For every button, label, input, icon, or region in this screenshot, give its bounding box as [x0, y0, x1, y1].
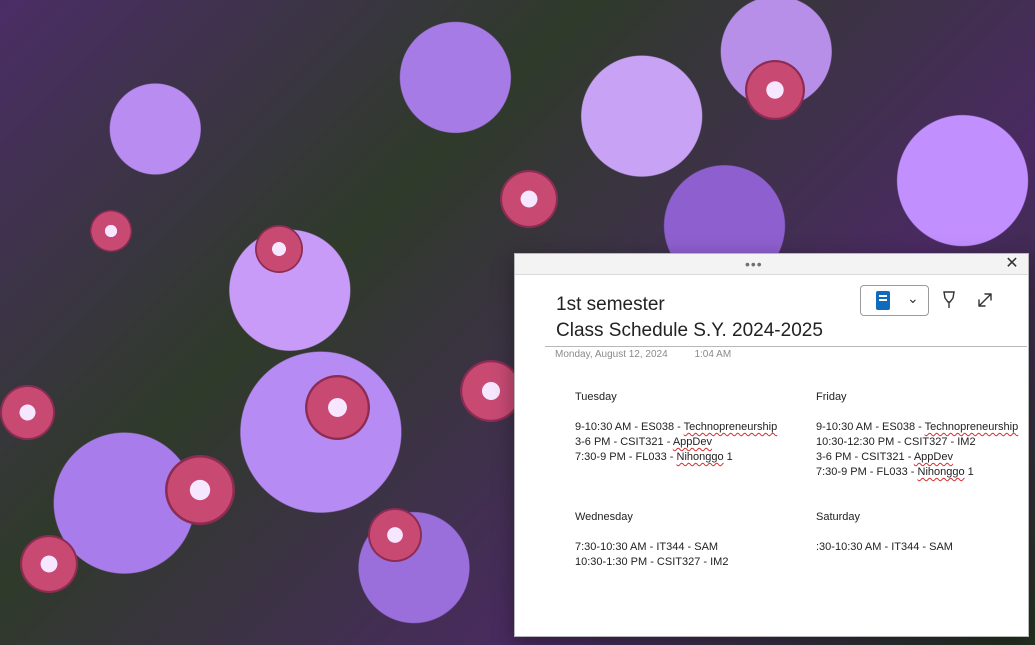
- schedule-entry[interactable]: 3-6 PM - CSIT321 - AppDev: [816, 450, 1018, 465]
- flower-center: [90, 210, 132, 252]
- flower-center: [305, 375, 370, 440]
- chevron-down-icon[interactable]: ⌄: [907, 290, 919, 307]
- schedule-entry[interactable]: 7:30-10:30 AM - IT344 - SAM: [575, 540, 728, 555]
- schedule-friday[interactable]: Friday 9-10:30 AM - ES038 - Technopreneu…: [816, 390, 1018, 480]
- schedule-tuesday[interactable]: Tuesday 9-10:30 AM - ES038 - Technoprene…: [575, 390, 777, 465]
- drag-handle-icon[interactable]: •••: [745, 256, 763, 272]
- schedule-saturday[interactable]: Saturday :30-10:30 AM - IT344 - SAM: [816, 510, 953, 555]
- sticky-note-window[interactable]: ••• ✕ ⌄ 1st semester Class Schedule S.Y.…: [514, 253, 1029, 637]
- schedule-entry[interactable]: 9-10:30 AM - ES038 - Technopreneurship: [575, 420, 777, 435]
- flower-center: [20, 535, 78, 593]
- pen-icon[interactable]: [940, 290, 958, 310]
- note-time: 1:04 AM: [694, 349, 732, 360]
- note-title-line-2[interactable]: Class Schedule S.Y. 2024-2025: [556, 318, 823, 344]
- close-button[interactable]: ✕: [1002, 254, 1022, 274]
- flower-center: [368, 508, 422, 562]
- notebook-icon: [876, 291, 890, 310]
- expand-icon[interactable]: [976, 291, 994, 309]
- flower-center: [0, 385, 55, 440]
- schedule-entry[interactable]: 3-6 PM - CSIT321 - AppDev: [575, 435, 777, 450]
- flower-center: [745, 60, 805, 120]
- flower-center: [165, 455, 235, 525]
- title-divider: [545, 346, 1027, 347]
- schedule-entry[interactable]: 10:30-1:30 PM - CSIT327 - IM2: [575, 555, 728, 570]
- note-title-line-1[interactable]: 1st semester: [556, 292, 823, 318]
- schedule-entry[interactable]: 7:30-9 PM - FL033 - Nihonggo 1: [816, 465, 1018, 480]
- flower-center: [255, 225, 303, 273]
- note-timestamp: Monday, August 12, 2024 1:04 AM: [555, 349, 731, 360]
- day-heading-friday: Friday: [816, 391, 847, 403]
- flower-center: [500, 170, 558, 228]
- notebook-selector-button[interactable]: ⌄: [860, 285, 929, 316]
- note-title[interactable]: 1st semester Class Schedule S.Y. 2024-20…: [556, 292, 823, 344]
- day-heading-wednesday: Wednesday: [575, 511, 633, 523]
- schedule-entry[interactable]: 7:30-9 PM - FL033 - Nihonggo 1: [575, 450, 777, 465]
- schedule-wednesday[interactable]: Wednesday 7:30-10:30 AM - IT344 - SAM 10…: [575, 510, 728, 570]
- schedule-entry[interactable]: :30-10:30 AM - IT344 - SAM: [816, 540, 953, 555]
- day-heading-saturday: Saturday: [816, 511, 861, 523]
- flower-center: [460, 360, 522, 422]
- day-heading-tuesday: Tuesday: [575, 391, 617, 403]
- note-date: Monday, August 12, 2024: [555, 349, 668, 360]
- schedule-entry[interactable]: 9-10:30 AM - ES038 - Technopreneurship: [816, 420, 1018, 435]
- title-bar[interactable]: ••• ✕: [515, 254, 1028, 275]
- schedule-entry[interactable]: 10:30-12:30 PM - CSIT327 - IM2: [816, 435, 1018, 450]
